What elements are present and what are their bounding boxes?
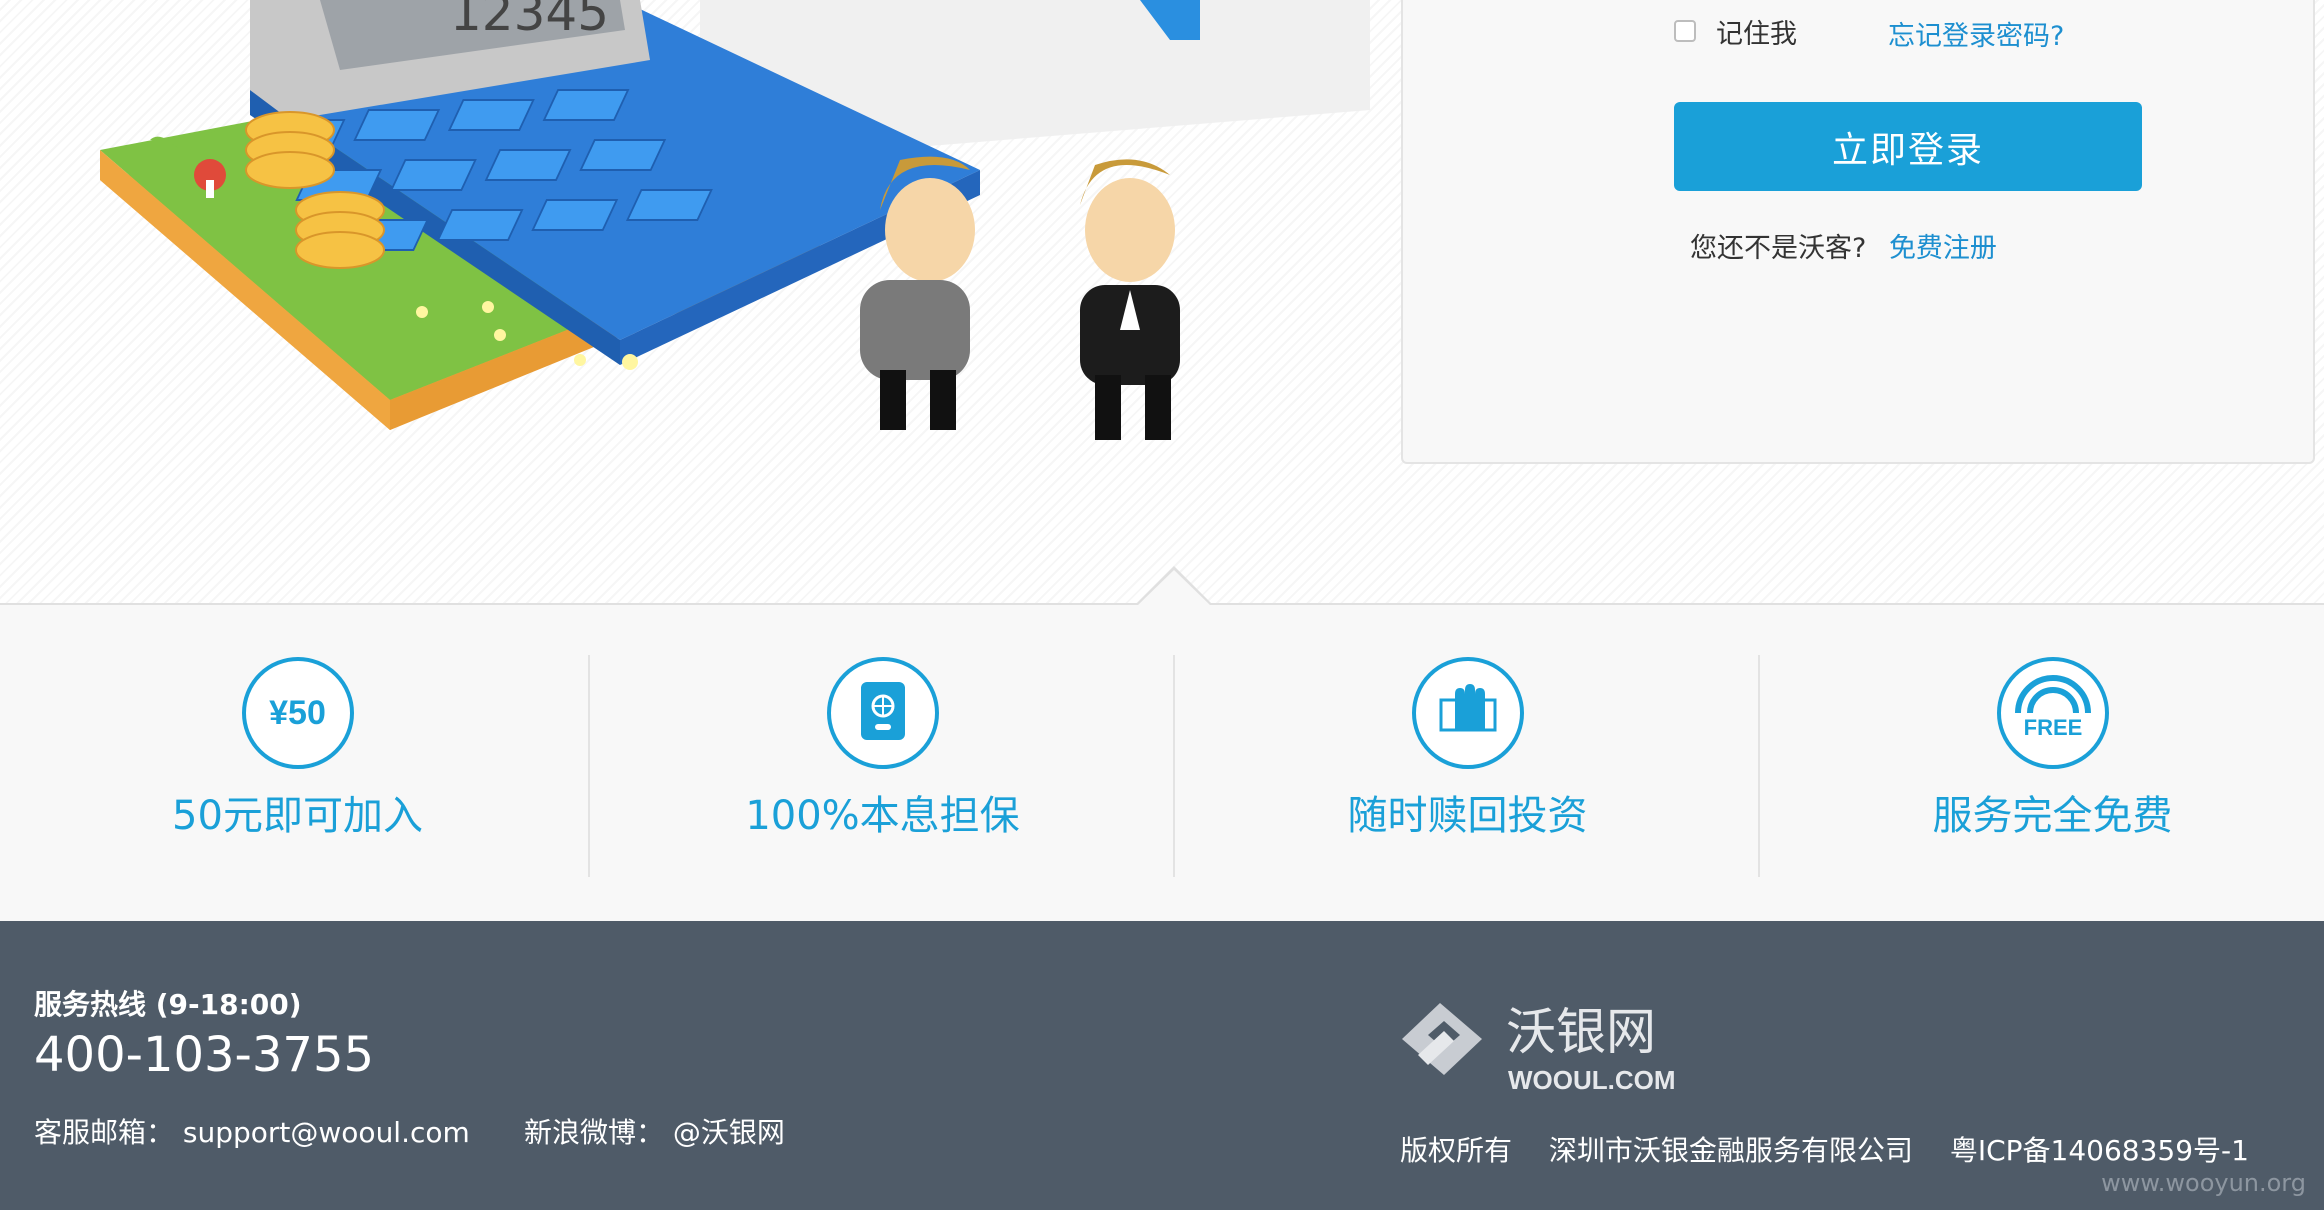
feature-guarantee[interactable]: 100%本息担保 [590,605,1175,921]
section-pointer-fill [1136,570,1212,607]
copyright-line: 版权所有 深圳市沃银金融服务有限公司 粤ICP备14068359号-1 [1400,1129,2277,1169]
safe-icon [826,657,939,769]
remember-label: 记住我 [1716,18,1797,50]
register-row: 您还不是沃客? 免费注册 [1690,226,1997,265]
remember-me[interactable]: 记住我 [1674,16,1797,50]
register-link[interactable]: 免费注册 [1889,233,1997,264]
free-icon: FREE [1996,657,2109,769]
free-icon-text: FREE [2023,715,2082,740]
logo-name: 沃银网 [1506,1003,1656,1061]
copyright-text: 版权所有 [1400,1134,1513,1167]
features-strip: ¥50 50元即可加入 100%本息担保 ¥ 随时赎回投资 [0,605,2324,921]
hero-banner: 12345 记住我 忘记登录密码? 立即登录 您还不是沃客? 免费注册 [0,0,2324,605]
yen-50-icon: ¥50 [241,657,354,769]
hotline-label: 服务热线 (9-18:00) [34,988,302,1021]
calculator-display: 12345 [450,0,609,42]
logo-domain: WOOUL.COM [1508,1065,1676,1095]
footer: 服务热线 (9-18:00) 400-103-3755 客服邮箱： suppor… [0,921,2324,1210]
icp-number: 粤ICP备14068359号-1 [1949,1134,2249,1167]
register-prompt: 您还不是沃客? [1690,233,1867,264]
remember-checkbox[interactable] [1674,20,1696,42]
feature-label: 随时赎回投资 [1347,793,1588,839]
calculator-illustration: 12345 [100,0,1370,440]
forgot-password-link[interactable]: 忘记登录密码? [1888,14,2064,53]
hotline-number: 400-103-3755 [34,1027,375,1083]
feature-label: 100%本息担保 [745,793,1020,839]
feature-free[interactable]: FREE 服务完全免费 [1760,605,2324,921]
hand-money-icon: ¥ [1411,657,1524,769]
weibo-account: 新浪微博： @沃银网 [524,1116,785,1149]
company-name: 深圳市沃银金融服务有限公司 [1548,1134,1913,1167]
support-email: 客服邮箱： support@wooul.com [34,1116,470,1149]
wooul-logo: 沃银网 WOOUL.COM [1402,1003,1676,1095]
feature-join-50[interactable]: ¥50 50元即可加入 [5,605,590,921]
feature-label: 50元即可加入 [172,793,423,839]
watermark-text: www.wooyun.org [2101,1169,2306,1197]
feature-redeem[interactable]: ¥ 随时赎回投资 [1175,605,1760,921]
feature-label: 服务完全免费 [1932,793,2173,839]
login-button[interactable]: 立即登录 [1674,102,2142,191]
yen-50-icon-text: ¥50 [269,693,326,732]
